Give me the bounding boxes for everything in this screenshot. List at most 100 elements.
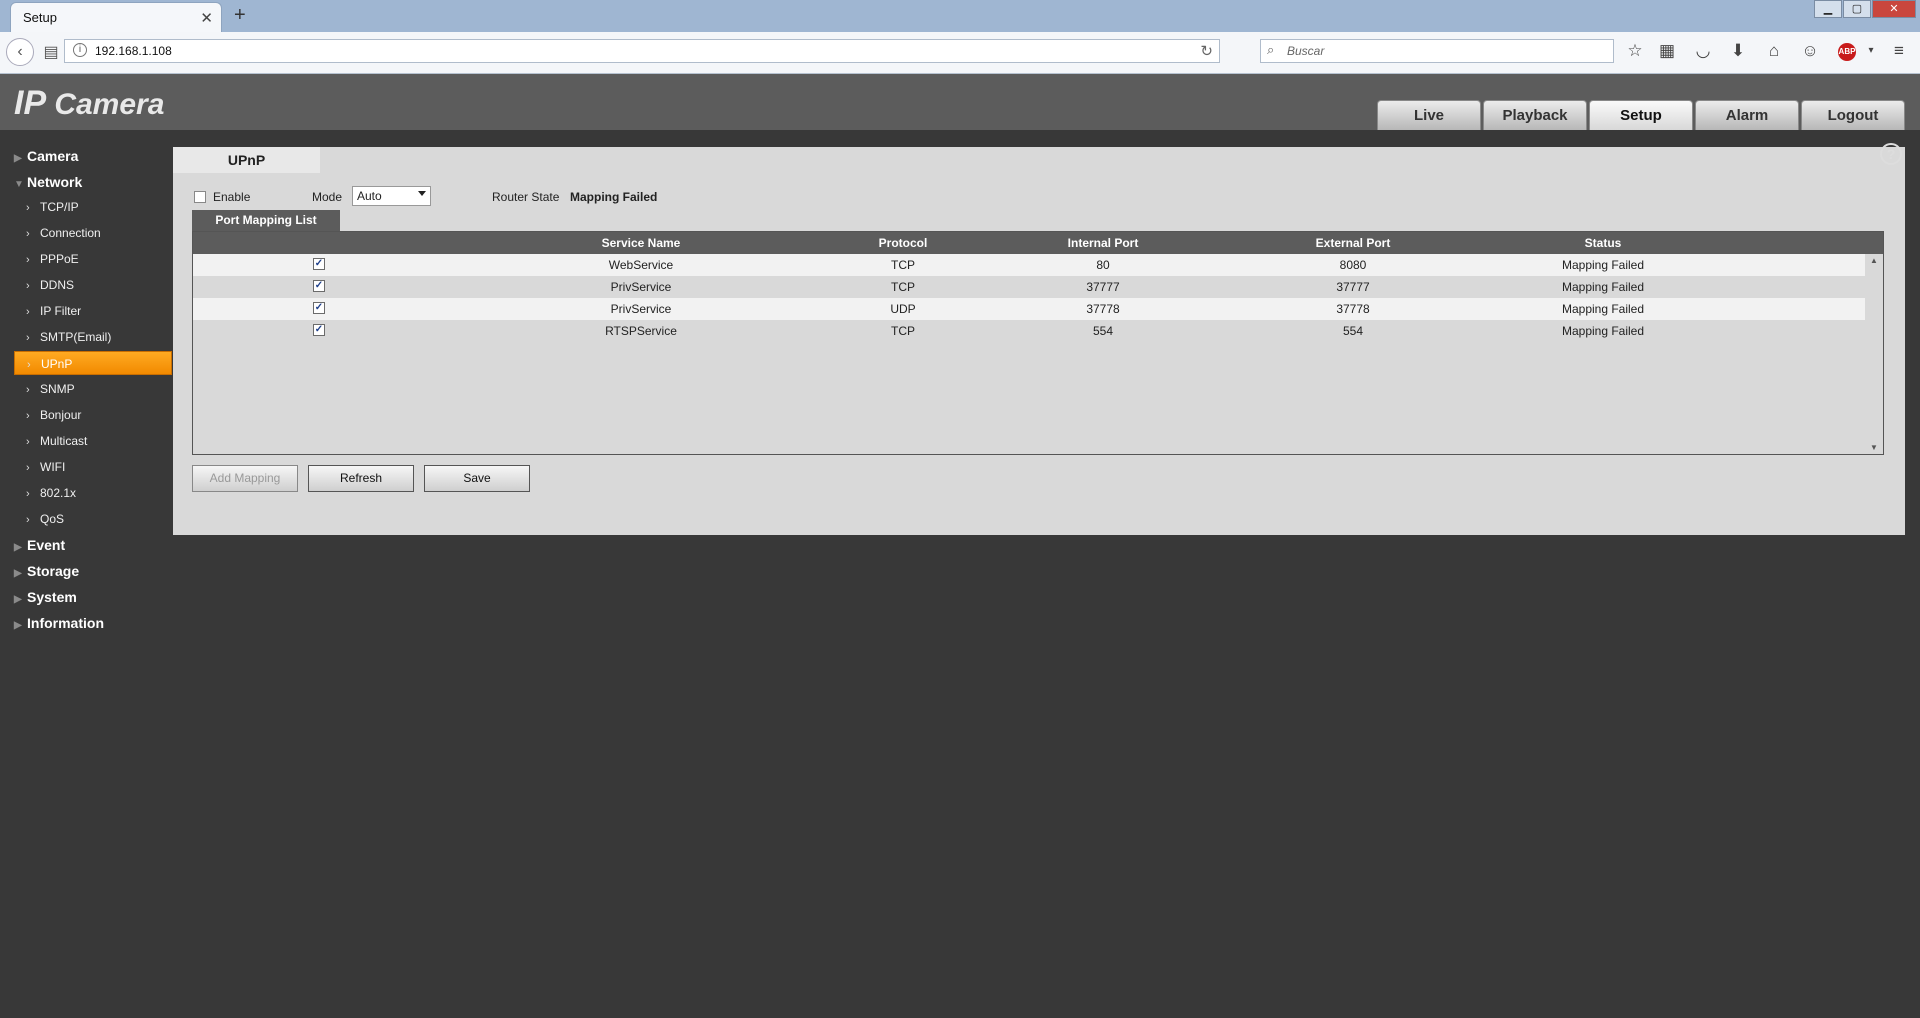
triangle-right-icon: ▶ bbox=[14, 620, 22, 631]
sidebar-item-8021x[interactable]: › 802.1x bbox=[14, 481, 172, 505]
table-row[interactable]: ✓ WebService TCP 80 8080 Mapping Failed bbox=[193, 254, 1865, 276]
refresh-button[interactable]: Refresh bbox=[308, 465, 414, 492]
tab-title: Setup bbox=[23, 10, 57, 25]
menu-icon[interactable]: ≡ bbox=[1886, 39, 1912, 63]
cell-internal-port: 554 bbox=[1092, 324, 1114, 338]
sidebar-item-smtp[interactable]: › SMTP(Email) bbox=[14, 325, 172, 349]
back-icon[interactable]: ‹ bbox=[6, 38, 34, 66]
triangle-right-icon: ▶ bbox=[14, 594, 22, 605]
cell-protocol: TCP bbox=[891, 280, 915, 294]
column-header-status: Status bbox=[1584, 236, 1622, 250]
cell-internal-port: 37778 bbox=[1086, 302, 1120, 316]
sidebar-item-bonjour[interactable]: › Bonjour bbox=[14, 403, 172, 427]
enable-checkbox[interactable] bbox=[194, 191, 206, 203]
tab-strip: Setup ✕ + ▁ ▢ ✕ bbox=[0, 0, 1920, 32]
info-icon[interactable]: i bbox=[73, 43, 87, 57]
row-checkbox[interactable]: ✓ bbox=[313, 280, 325, 292]
chevron-right-icon: › bbox=[26, 488, 30, 500]
chevron-right-icon: › bbox=[26, 254, 30, 266]
sidebar-section-storage[interactable]: ▶ Storage bbox=[14, 559, 174, 583]
download-icon[interactable]: ⬇ bbox=[1725, 39, 1751, 63]
chevron-right-icon: › bbox=[26, 514, 30, 526]
mode-select[interactable]: Auto bbox=[352, 186, 431, 206]
add-mapping-button[interactable]: Add Mapping bbox=[192, 465, 298, 492]
chevron-right-icon: › bbox=[26, 280, 30, 292]
cell-status: Mapping Failed bbox=[1561, 324, 1645, 338]
nav-setup[interactable]: Setup bbox=[1589, 100, 1693, 130]
cell-internal-port: 80 bbox=[1096, 258, 1110, 272]
row-checkbox[interactable]: ✓ bbox=[313, 324, 325, 336]
browser-chrome: Setup ✕ + ▁ ▢ ✕ ‹ ▤ i 192.168.1.108 ↻ ⌕ … bbox=[0, 0, 1920, 74]
page-title-tab: UPnP bbox=[173, 147, 320, 173]
close-tab-icon[interactable]: ✕ bbox=[200, 9, 213, 27]
cell-status: Mapping Failed bbox=[1561, 258, 1645, 272]
table-scrollbar[interactable]: ▲ ▼ bbox=[1866, 254, 1883, 454]
sidebar-item-multicast[interactable]: › Multicast bbox=[14, 429, 172, 453]
home-icon[interactable]: ⌂ bbox=[1761, 39, 1787, 63]
app-logo: IP Camera bbox=[14, 84, 164, 123]
table-row[interactable]: ✓ PrivService TCP 37777 37777 Mapping Fa… bbox=[193, 276, 1865, 298]
scroll-up-icon[interactable]: ▲ bbox=[1870, 256, 1878, 265]
bookmark-star-icon[interactable]: ☆ bbox=[1622, 39, 1648, 63]
minimize-window-icon[interactable]: ▁ bbox=[1814, 0, 1842, 18]
sidebar-section-network[interactable]: ▼ Network bbox=[14, 170, 174, 194]
sidebar-section-event[interactable]: ▶ Event bbox=[14, 533, 174, 557]
chat-icon[interactable]: ☺ bbox=[1797, 39, 1823, 63]
search-placeholder: Buscar bbox=[1287, 44, 1325, 58]
port-mapping-list-tab: Port Mapping List bbox=[192, 210, 340, 231]
help-icon[interactable]: ? bbox=[1880, 143, 1902, 165]
nav-live[interactable]: Live bbox=[1377, 100, 1481, 130]
sidebar-item-upnp[interactable]: › UPnP bbox=[14, 351, 172, 375]
row-checkbox[interactable]: ✓ bbox=[313, 302, 325, 314]
pocket-icon[interactable]: ◡ bbox=[1690, 39, 1716, 63]
chevron-right-icon: › bbox=[26, 202, 30, 214]
sidebar-item-pppoe[interactable]: › PPPoE bbox=[14, 247, 172, 271]
sidebar-section-information[interactable]: ▶ Information bbox=[14, 611, 174, 635]
reload-icon[interactable]: ↻ bbox=[1200, 42, 1213, 60]
cell-service-name: RTSPService bbox=[605, 324, 677, 338]
adblock-icon[interactable]: ABP bbox=[1838, 43, 1856, 61]
chevron-right-icon: › bbox=[26, 228, 30, 240]
cell-external-port: 37777 bbox=[1336, 280, 1370, 294]
sidebar-item-ddns[interactable]: › DDNS bbox=[14, 273, 172, 297]
sidebar-section-system[interactable]: ▶ System bbox=[14, 585, 174, 609]
row-checkbox[interactable]: ✓ bbox=[313, 258, 325, 270]
scroll-down-icon[interactable]: ▼ bbox=[1870, 443, 1878, 452]
sidebar-item-snmp[interactable]: › SNMP bbox=[14, 377, 172, 401]
cell-external-port: 37778 bbox=[1336, 302, 1370, 316]
mode-label: Mode bbox=[312, 190, 343, 204]
new-tab-icon[interactable]: + bbox=[234, 4, 246, 27]
logo-camera: Camera bbox=[54, 88, 165, 121]
reading-list-icon[interactable]: ▦ bbox=[1654, 39, 1680, 63]
browser-tab[interactable]: Setup ✕ bbox=[10, 2, 222, 32]
nav-logout[interactable]: Logout bbox=[1801, 100, 1905, 130]
sidebar-item-wifi[interactable]: › WIFI bbox=[14, 455, 172, 479]
sidebar-section-camera[interactable]: ▶ Camera bbox=[14, 144, 174, 168]
url-text: 192.168.1.108 bbox=[95, 44, 172, 58]
close-window-icon[interactable]: ✕ bbox=[1872, 0, 1916, 18]
sidebar-item-qos[interactable]: › QoS bbox=[14, 507, 172, 531]
cell-service-name: PrivService bbox=[610, 280, 672, 294]
table-row[interactable]: ✓ RTSPService TCP 554 554 Mapping Failed bbox=[193, 320, 1865, 342]
sidebar-item-tcpip[interactable]: › TCP/IP bbox=[14, 195, 172, 219]
address-bar[interactable]: i 192.168.1.108 ↻ bbox=[64, 39, 1220, 63]
table-header: Service Name Protocol Internal Port Exte… bbox=[193, 232, 1883, 254]
cell-protocol: UDP bbox=[890, 302, 916, 316]
port-mapping-table: Service Name Protocol Internal Port Exte… bbox=[192, 231, 1884, 455]
sidebar-item-connection[interactable]: › Connection bbox=[14, 221, 172, 245]
column-header-service-name: Service Name bbox=[601, 236, 681, 250]
identity-icon[interactable]: ▤ bbox=[38, 40, 64, 66]
search-input[interactable]: ⌕ Buscar bbox=[1260, 39, 1614, 63]
nav-playback[interactable]: Playback bbox=[1483, 100, 1587, 130]
triangle-right-icon: ▶ bbox=[14, 153, 22, 164]
logo-ip: IP bbox=[14, 84, 45, 122]
save-button[interactable]: Save bbox=[424, 465, 530, 492]
sidebar-item-ip-filter[interactable]: › IP Filter bbox=[14, 299, 172, 323]
cell-external-port: 8080 bbox=[1339, 258, 1367, 272]
maximize-window-icon[interactable]: ▢ bbox=[1843, 0, 1871, 18]
chevron-down-icon[interactable]: ▾ bbox=[1858, 39, 1884, 63]
nav-alarm[interactable]: Alarm bbox=[1695, 100, 1799, 130]
cell-internal-port: 37777 bbox=[1086, 280, 1120, 294]
chevron-right-icon: › bbox=[26, 410, 30, 422]
table-row[interactable]: ✓ PrivService UDP 37778 37778 Mapping Fa… bbox=[193, 298, 1865, 320]
